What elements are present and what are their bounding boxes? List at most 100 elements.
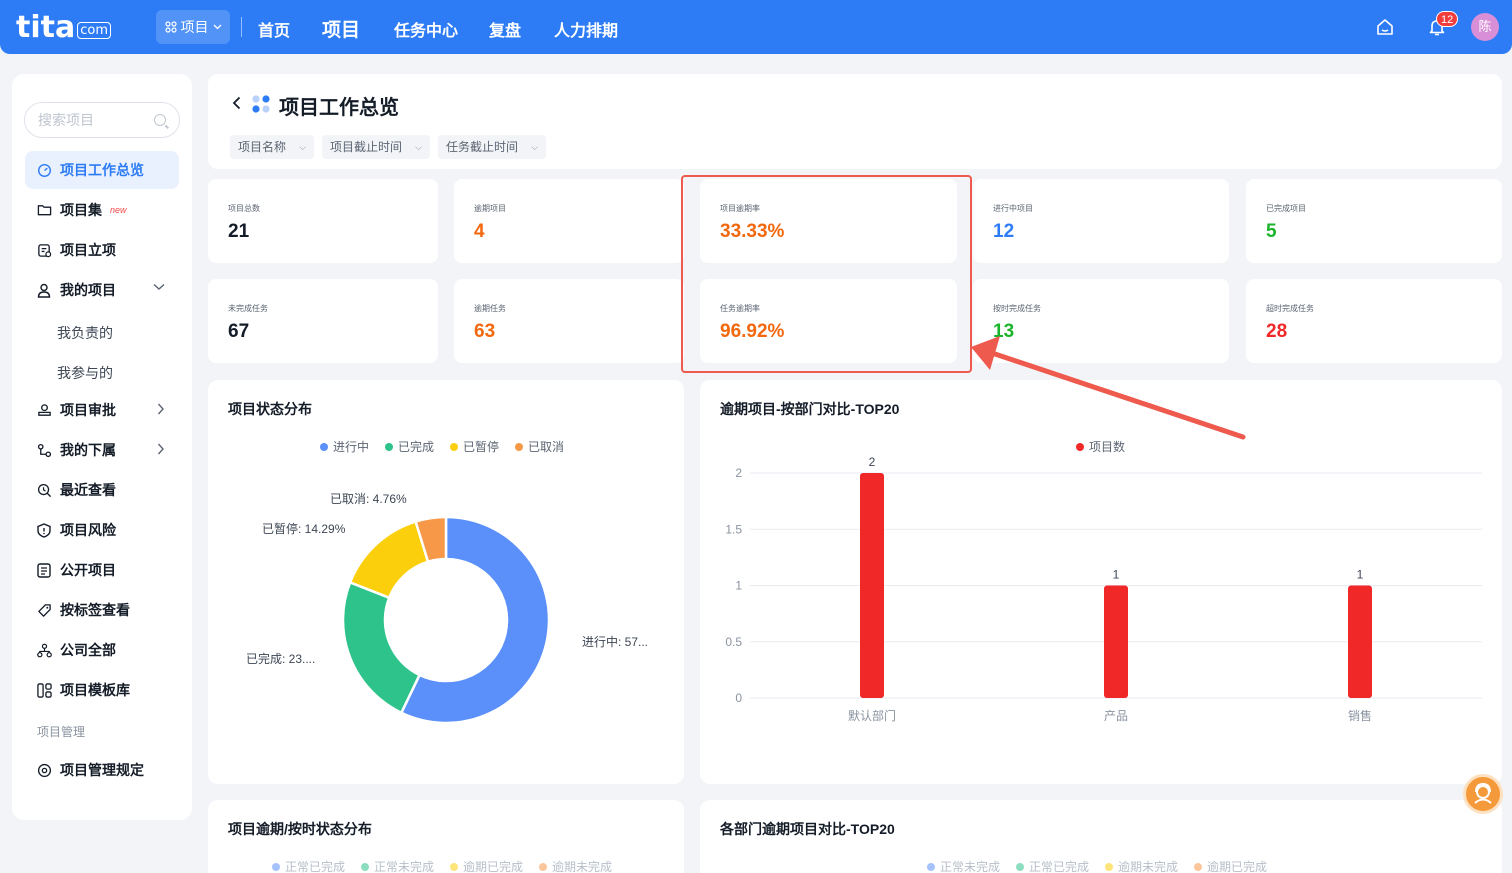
legend-item[interactable]: 正常已完成 — [1016, 858, 1089, 873]
dashboard-icon — [36, 162, 52, 178]
stat-label: 逾期任务 — [474, 304, 506, 313]
stat-value: 13 — [993, 321, 1015, 342]
search-icon[interactable] — [154, 114, 166, 126]
legend-item[interactable]: 逾期未完成 — [539, 858, 612, 873]
approval-icon — [36, 402, 52, 418]
search-box[interactable] — [24, 102, 180, 138]
legend-item[interactable]: 已取消 — [515, 438, 564, 455]
sidebar-item-overview[interactable]: 项目工作总览 — [25, 151, 179, 189]
annotation-highlight-box — [681, 175, 972, 373]
stat-label: 已完成项目 — [1266, 204, 1306, 213]
sidebar-item-i-participate[interactable]: 我参与的 — [57, 363, 113, 383]
legend-item[interactable]: 已暂停 — [450, 438, 499, 455]
nav-resource-schedule[interactable]: 人力排期 — [554, 17, 618, 41]
filter-project-name[interactable]: 项目名称 ⌵ — [230, 135, 314, 159]
filter-task-deadline[interactable]: 任务截止时间 ⌵ — [438, 135, 546, 159]
chart-card-overdue-ontime-status: 项目逾期/按时状态分布 正常已完成 正常未完成 逾期已完成 逾期未完成 — [208, 800, 684, 873]
stat-value: 4 — [474, 221, 485, 242]
sidebar-item-risk[interactable]: 项目风险 — [25, 511, 179, 549]
stat-card-late-tasks[interactable]: 超时完成任务 28 — [1246, 279, 1502, 363]
home-icon[interactable] — [1375, 17, 1395, 37]
bar[interactable] — [1104, 585, 1128, 699]
customer-service-button[interactable] — [1463, 774, 1503, 814]
legend-item[interactable]: 逾期已完成 — [450, 858, 523, 873]
stat-card-in-progress-projects[interactable]: 进行中项目 12 — [973, 179, 1229, 263]
stat-card-completed-projects[interactable]: 已完成项目 5 — [1246, 179, 1502, 263]
chart-legend: 正常未完成 正常已完成 逾期未完成 逾期已完成 — [927, 858, 1267, 873]
stat-card-overdue-tasks[interactable]: 逾期任务 63 — [454, 279, 684, 363]
sidebar-item-rules[interactable]: 项目管理规定 — [25, 751, 179, 789]
sidebar-item-recent[interactable]: 最近查看 — [25, 471, 179, 509]
legend-item[interactable]: 进行中 — [320, 438, 369, 455]
project-switcher[interactable]: 项目 — [156, 10, 230, 44]
legend-dot — [272, 862, 280, 871]
legend-dot — [1016, 862, 1025, 871]
new-tag: new — [110, 205, 127, 215]
legend-label: 进行中 — [333, 440, 370, 454]
chevron-right-icon[interactable] — [157, 443, 165, 455]
sidebar-item-i-own[interactable]: 我负责的 — [57, 323, 113, 343]
stat-label: 逾期项目 — [474, 204, 506, 213]
list-icon — [36, 562, 52, 578]
slice-completed[interactable] — [341, 580, 422, 715]
stat-card-unfinished-tasks[interactable]: 未完成任务 67 — [208, 279, 438, 363]
nav-home[interactable]: 首页 — [258, 17, 290, 41]
legend-item[interactable]: 逾期未完成 — [1105, 858, 1178, 873]
sidebar-item-templates[interactable]: 项目模板库 — [25, 671, 179, 709]
stat-card-total-projects[interactable]: 项目总数 21 — [208, 179, 438, 263]
legend-label: 已完成 — [398, 440, 435, 454]
chevron-down-icon[interactable] — [153, 283, 165, 291]
legend-item[interactable]: 正常未完成 — [361, 858, 434, 873]
chart-title: 各部门逾期项目对比-TOP20 — [720, 821, 895, 837]
nav-review[interactable]: 复盘 — [489, 17, 521, 41]
legend-item[interactable]: 正常未完成 — [927, 858, 1000, 873]
sidebar-item-my-projects[interactable]: 我的项目 — [25, 271, 179, 309]
bar[interactable] — [1348, 585, 1372, 699]
legend-dot — [361, 862, 370, 871]
legend-dot — [1194, 862, 1203, 871]
filter-label: 任务截止时间 — [446, 140, 519, 154]
nav-project[interactable]: 项目 — [322, 15, 360, 42]
user-icon — [36, 282, 52, 298]
sidebar-item-public[interactable]: 公开项目 — [25, 551, 179, 589]
user-avatar[interactable]: 陈 — [1471, 13, 1499, 41]
legend-item[interactable]: 正常已完成 — [272, 858, 345, 873]
sidebar-item-by-tag[interactable]: 按标签查看 — [25, 591, 179, 629]
legend-item[interactable]: 已完成 — [385, 438, 434, 455]
slice-paused[interactable] — [348, 520, 430, 600]
sidebar-item-project-init[interactable]: 项目立项 — [25, 231, 179, 269]
filter-project-deadline[interactable]: 项目截止时间 ⌵ — [322, 135, 430, 159]
sidebar-item-label: 最近查看 — [60, 482, 116, 498]
stat-value: 12 — [993, 221, 1015, 242]
chevron-right-icon[interactable] — [157, 403, 165, 415]
chevron-down-icon: ⌵ — [415, 142, 422, 152]
legend-item[interactable]: 逾期已完成 — [1194, 858, 1267, 873]
stat-label: 按时完成任务 — [993, 304, 1041, 313]
sidebar-group-project-management: 项目管理 — [37, 725, 86, 739]
chevron-down-icon — [213, 24, 221, 30]
sidebar-item-subordinates[interactable]: 我的下属 — [25, 431, 179, 469]
stat-label: 项目总数 — [228, 204, 260, 213]
stat-card-overdue-projects[interactable]: 逾期项目 4 — [454, 179, 684, 263]
nav-task-center[interactable]: 任务中心 — [394, 17, 458, 41]
bar[interactable] — [860, 473, 884, 698]
tita-logo[interactable]: tita com — [16, 10, 111, 45]
sidebar-item-approval[interactable]: 项目审批 — [25, 391, 179, 429]
filter-label: 项目名称 — [238, 140, 287, 154]
sidebar-item-portfolio[interactable]: 项目集 new — [25, 191, 179, 229]
sidebar: 项目工作总览 项目集 new 项目立项 我的项目 我负责的 我参与的 项目审批 … — [12, 74, 192, 820]
sidebar-item-label: 项目集 — [60, 202, 102, 218]
bar-value-label: 1 — [1113, 568, 1120, 582]
stat-value: 21 — [228, 221, 250, 242]
sidebar-item-company-all[interactable]: 公司全部 — [25, 631, 179, 669]
back-arrow-icon[interactable] — [232, 96, 242, 110]
x-tick-label: 产品 — [1104, 709, 1128, 723]
stat-card-ontime-tasks[interactable]: 按时完成任务 13 — [973, 279, 1229, 363]
legend-dot — [385, 442, 394, 451]
sidebar-item-label: 我的项目 — [60, 282, 116, 298]
search-input[interactable] — [38, 112, 148, 128]
bar-value-label: 1 — [1357, 568, 1364, 582]
donut-chart: 进行中: 57... 已完成: 23.... 已暂停: 14.29% 已取消: 4.7… — [246, 492, 648, 725]
chart-card-project-status: 项目状态分布 进行中 已完成 已暂停 已取消 进行中: 57... 已完成: 23… — [208, 380, 684, 784]
sidebar-item-label: 公开项目 — [60, 562, 116, 578]
